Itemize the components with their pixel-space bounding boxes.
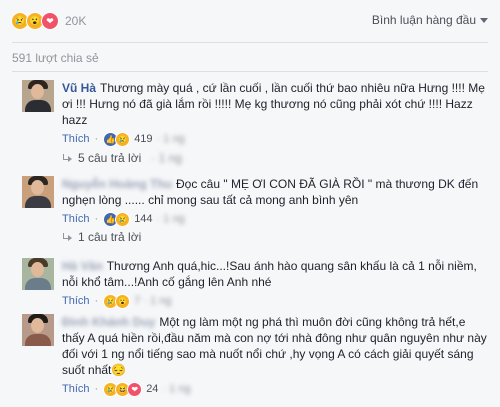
replies-link[interactable]: 1 câu trả lời	[62, 230, 141, 244]
comment-author[interactable]: Hà Văn	[62, 259, 103, 273]
sort-label: Bình luận hàng đầu	[371, 13, 476, 27]
replies-link[interactable]: 5 câu trả lời · 1 ng	[62, 151, 182, 165]
comment-meta: Thích · 👍 😢 419 · 1 ng	[62, 131, 185, 147]
reply-arrow-icon	[62, 233, 72, 241]
reply-arrow-icon	[62, 154, 72, 162]
avatar[interactable]	[22, 176, 54, 208]
comment-author[interactable]: Nguyễn Hoàng Thu	[62, 177, 172, 191]
love-icon: ❤	[41, 12, 59, 30]
comment-text: Nguyễn Hoàng Thu Đọc câu " MẸ ƠI CON ĐÃ G…	[62, 177, 479, 207]
avatar[interactable]	[22, 80, 54, 112]
reaction-count[interactable]: 419	[134, 133, 152, 145]
timestamp: 7 · 1 ng	[134, 295, 172, 307]
sad-icon: 😢	[115, 211, 131, 227]
reaction-count: 20K	[65, 14, 87, 28]
comment-text: Hà Văn Thương Anh quá,hic...!Sau ánh hào …	[62, 259, 477, 289]
comment-meta: Thích · 👍 😢 144 · 1 ng	[62, 211, 185, 227]
timestamp: · 1 ng	[162, 383, 191, 395]
sad-icon: 😢	[115, 131, 131, 147]
reaction-count[interactable]: 24	[146, 383, 158, 395]
like-link[interactable]: Thích	[62, 133, 90, 145]
avatar[interactable]	[22, 258, 54, 290]
like-link[interactable]: Thích	[62, 295, 90, 307]
comment-sort-dropdown[interactable]: Bình luận hàng đầu	[372, 13, 488, 27]
timestamp: · 1 ng	[156, 133, 185, 145]
comment-author[interactable]: Đinh Khánh Duy	[62, 315, 155, 329]
comment-meta: Thích · 😢 😮 7 · 1 ng	[62, 293, 172, 309]
comment-meta: Thích · 😢 😆 ❤ 24 · 1 ng	[62, 381, 191, 397]
comment-author[interactable]: Vũ Hà	[62, 81, 96, 95]
comment-text: Vũ Hà Thương mày quá , cứ lần cuối , lần …	[62, 81, 485, 127]
chevron-down-icon	[480, 17, 488, 23]
like-link[interactable]: Thích	[62, 213, 90, 225]
avatar[interactable]	[22, 314, 54, 346]
love-icon: ❤	[127, 381, 143, 397]
share-count[interactable]: 591 lượt chia sẻ	[12, 51, 99, 65]
timestamp: · 1 ng	[156, 213, 185, 225]
comment-text: Đinh Khánh Duy Một ng làm một ng phá thì …	[62, 315, 487, 377]
like-link[interactable]: Thích	[62, 383, 90, 395]
wow-icon: 😮	[115, 293, 131, 309]
reaction-count[interactable]: 144	[134, 213, 152, 225]
